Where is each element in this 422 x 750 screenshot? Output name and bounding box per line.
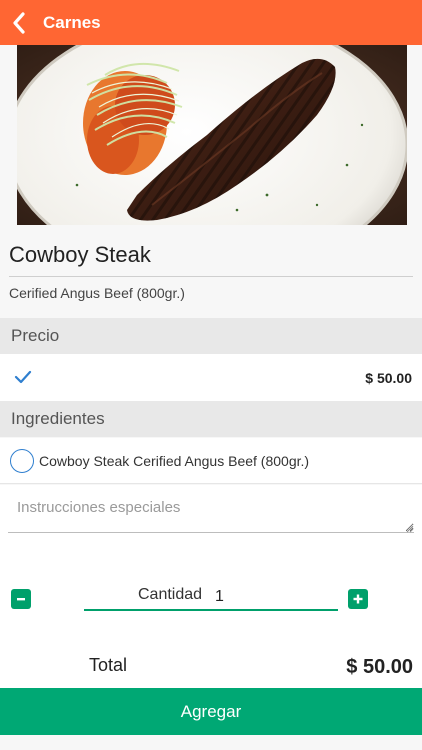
minus-icon	[17, 598, 25, 601]
bottom-spacer	[0, 735, 422, 750]
top-bar: Carnes	[0, 0, 422, 45]
plus-icon	[353, 594, 363, 604]
product-image-area	[0, 45, 422, 225]
app-screen: Carnes Cowboy Steak Cerified Angus Beef …	[0, 0, 422, 750]
radio-button[interactable]	[10, 449, 34, 473]
product-image	[17, 45, 407, 225]
quantity-label: Cantidad	[138, 586, 203, 603]
ingredient-option-row[interactable]: Cowboy Steak Cerified Angus Beef (800gr.…	[0, 438, 422, 484]
price-value: $ 50.00	[365, 370, 412, 386]
page-title: Carnes	[43, 12, 101, 32]
quantity-value[interactable]: 1	[215, 588, 224, 606]
resize-grip-icon[interactable]	[406, 525, 414, 533]
add-to-cart-button[interactable]: Agregar	[0, 688, 422, 735]
quantity-field[interactable]: Cantidad 1	[84, 583, 338, 611]
increase-quantity-button[interactable]	[348, 589, 368, 609]
checkmark-icon	[14, 370, 32, 384]
total-label: Total	[89, 655, 128, 675]
product-description: Cerified Angus Beef (800gr.)	[9, 285, 185, 301]
product-info: Cowboy Steak Cerified Angus Beef (800gr.…	[0, 225, 422, 318]
chevron-left-icon	[13, 11, 25, 34]
price-section-header: Precio	[0, 318, 422, 354]
special-instructions-area	[0, 485, 422, 545]
quantity-and-total-area: Cantidad 1 Total $ 50.00	[0, 545, 422, 688]
ingredients-section-header: Ingredientes	[0, 401, 422, 437]
total-value: $ 50.00	[346, 656, 413, 678]
back-button[interactable]	[2, 0, 36, 45]
price-option-row[interactable]: $ 50.00	[0, 354, 422, 401]
divider	[9, 276, 413, 277]
steak-plate-illustration	[17, 45, 407, 225]
decrease-quantity-button[interactable]	[11, 589, 31, 609]
product-name: Cowboy Steak	[9, 242, 151, 267]
ingredient-label: Cowboy Steak Cerified Angus Beef (800gr.…	[39, 453, 310, 469]
special-instructions-input[interactable]	[8, 499, 414, 533]
